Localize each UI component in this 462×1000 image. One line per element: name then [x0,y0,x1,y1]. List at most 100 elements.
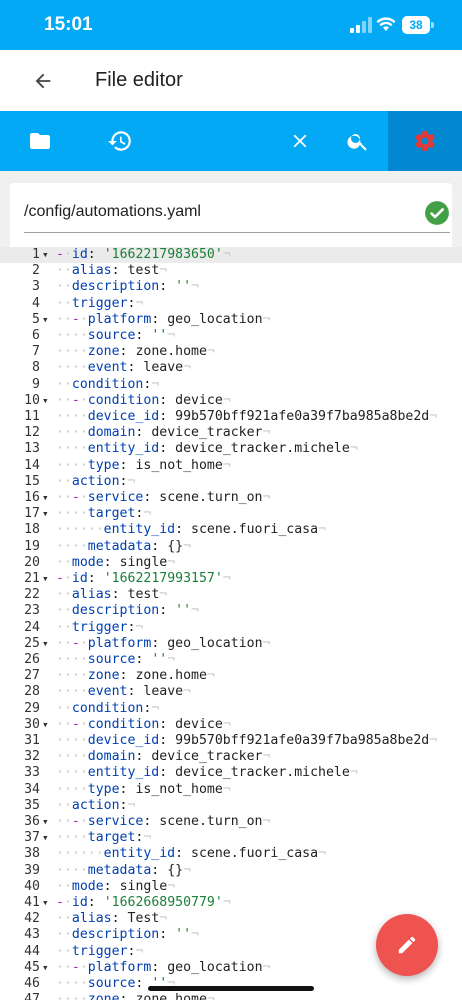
code-line[interactable]: 38 ······entity_id: scene.fuori_casa¬ [0,846,462,862]
fold-toggle-icon[interactable]: ▾ [42,636,54,652]
line-number: 38 [24,846,40,862]
line-number: 36 [24,814,40,829]
code-text: ····target:¬ [56,830,152,846]
fold-toggle-icon[interactable]: ▾ [42,393,54,409]
line-number: 12 [24,425,40,441]
code-line[interactable]: 28 ····event: leave¬ [0,684,462,700]
close-file-button[interactable] [272,111,328,171]
code-line[interactable]: 20 ··mode: single¬ [0,555,462,571]
line-number: 40 [24,878,40,894]
code-line[interactable]: 39 ····metadata: {}¬ [0,863,462,879]
code-line[interactable]: 35 ··action:¬ [0,798,462,814]
line-number: 44 [24,943,40,959]
line-number: 7 [32,344,40,360]
code-text: ····metadata: {}¬ [56,862,192,878]
folder-icon [30,133,50,149]
fold-toggle-icon[interactable]: ▾ [42,490,54,506]
code-line[interactable]: 2 ··alias: test¬ [0,263,462,279]
code-line[interactable]: 21 ▾ -·id: '1662217993157'¬ [0,571,462,587]
line-number: 47 [24,992,40,1000]
code-line[interactable]: 11 ····device_id: 99b570bff921afe0a39f7ba… [0,409,462,425]
code-line[interactable]: 37 ▾ ····target:¬ [0,830,462,846]
code-line[interactable]: 24 ··trigger:¬ [0,620,462,636]
fold-toggle-icon[interactable]: ▾ [42,960,54,976]
code-line[interactable]: 22 ··alias: test¬ [0,587,462,603]
code-line[interactable]: 13 ····entity_id: device_tracker.michele¬ [0,441,462,457]
code-line[interactable]: 33 ····entity_id: device_tracker.michele¬ [0,765,462,781]
code-text: ····entity_id: device_tracker.michele¬ [56,765,358,781]
code-line[interactable]: 32 ····domain: device_tracker¬ [0,749,462,765]
code-line[interactable]: 36 ▾ ··-·service: scene.turn_on¬ [0,814,462,830]
code-line[interactable]: 40 ··mode: single¬ [0,879,462,895]
code-editor[interactable]: 1 ▾ -·id: '1662217983650'¬ 2 ··alias: test¬ 3… [0,247,462,1000]
code-line[interactable]: 29 ··condition:¬ [0,701,462,717]
code-text: ··-·platform: geo_location¬ [56,635,271,651]
settings-button[interactable] [388,111,462,171]
code-line[interactable]: 6 ····source: ''¬ [0,328,462,344]
code-line[interactable]: 47 ····zone: zone.home¬ [0,992,462,1000]
line-number: 30 [24,716,40,732]
code-line[interactable]: 7 ····zone: zone.home¬ [0,344,462,360]
code-line[interactable]: 34 ····type: is_not_home¬ [0,782,462,798]
fold-toggle-icon[interactable]: ▾ [42,312,54,328]
line-number: 25 [24,635,40,651]
code-text: ··-·service: scene.turn_on¬ [56,490,271,505]
browse-files-button[interactable] [12,111,68,171]
pencil-icon [398,936,416,954]
cellular-signal-icon [350,17,372,33]
back-button[interactable] [26,64,60,98]
fold-toggle-icon[interactable]: ▾ [42,247,54,263]
code-line[interactable]: 3 ··description: ''¬ [0,279,462,295]
code-line[interactable]: 12 ····domain: device_tracker¬ [0,425,462,441]
line-number: 14 [24,457,40,473]
code-line[interactable]: 17 ▾ ····target:¬ [0,506,462,522]
arrow-left-icon [35,73,51,89]
edit-fab-button[interactable] [376,914,438,976]
search-button[interactable] [330,111,386,171]
history-button[interactable] [92,111,148,171]
code-line[interactable]: 26 ····source: ''¬ [0,652,462,668]
fold-toggle-icon[interactable]: ▾ [42,895,54,911]
code-line[interactable]: 18 ······entity_id: scene.fuori_casa¬ [0,522,462,538]
file-path-field[interactable]: /config/automations.yaml [10,183,452,247]
code-line[interactable]: 9 ··condition:¬ [0,377,462,393]
line-number: 8 [32,360,40,376]
code-text: ····metadata: {}¬ [56,538,192,554]
line-number: 11 [24,409,40,424]
code-line[interactable]: 8 ····event: leave¬ [0,360,462,376]
code-text: ····target:¬ [56,506,152,522]
fold-toggle-icon[interactable]: ▾ [42,717,54,733]
code-text: -·id: '1662217993157'¬ [56,571,231,586]
check-circle-icon [425,201,449,225]
code-text: ··condition:¬ [56,700,160,716]
code-line[interactable]: 15 ··action:¬ [0,474,462,490]
code-line[interactable]: 41 ▾ -·id: '1662668950779'¬ [0,895,462,911]
fold-toggle-icon[interactable]: ▾ [42,506,54,522]
code-line[interactable]: 19 ····metadata: {}¬ [0,539,462,555]
code-line[interactable]: 4 ··trigger:¬ [0,296,462,312]
line-number: 18 [24,522,40,538]
code-line[interactable]: 30 ▾ ··-·condition: device¬ [0,717,462,733]
fold-toggle-icon[interactable]: ▾ [42,571,54,587]
code-line[interactable]: 10 ▾ ··-·condition: device¬ [0,393,462,409]
code-text: ····device_id: 99b570bff921afe0a39f7ba98… [56,733,438,748]
home-indicator [148,986,314,991]
line-number: 42 [24,911,40,927]
code-line[interactable]: 27 ····zone: zone.home¬ [0,668,462,684]
fold-toggle-icon[interactable]: ▾ [42,830,54,846]
code-text: ··trigger:¬ [56,295,144,311]
code-line[interactable]: 14 ····type: is_not_home¬ [0,458,462,474]
fold-toggle-icon[interactable]: ▾ [42,814,54,830]
code-line[interactable]: 1 ▾ -·id: '1662217983650'¬ [0,247,462,264]
line-number: 19 [24,538,40,554]
code-line[interactable]: 25 ▾ ··-·platform: geo_location¬ [0,636,462,652]
code-line[interactable]: 31 ····device_id: 99b570bff921afe0a39f7ba… [0,733,462,749]
code-line[interactable]: 16 ▾ ··-·service: scene.turn_on¬ [0,490,462,506]
line-number: 2 [32,263,40,279]
code-line[interactable]: 23 ··description: ''¬ [0,603,462,619]
code-text: -·id: '1662217983650'¬ [56,247,231,262]
code-line[interactable]: 5 ▾ ··-·platform: geo_location¬ [0,312,462,328]
code-text: ····zone: zone.home¬ [56,992,215,1000]
code-text: ··-·platform: geo_location¬ [56,311,271,327]
battery-tip [431,22,434,28]
